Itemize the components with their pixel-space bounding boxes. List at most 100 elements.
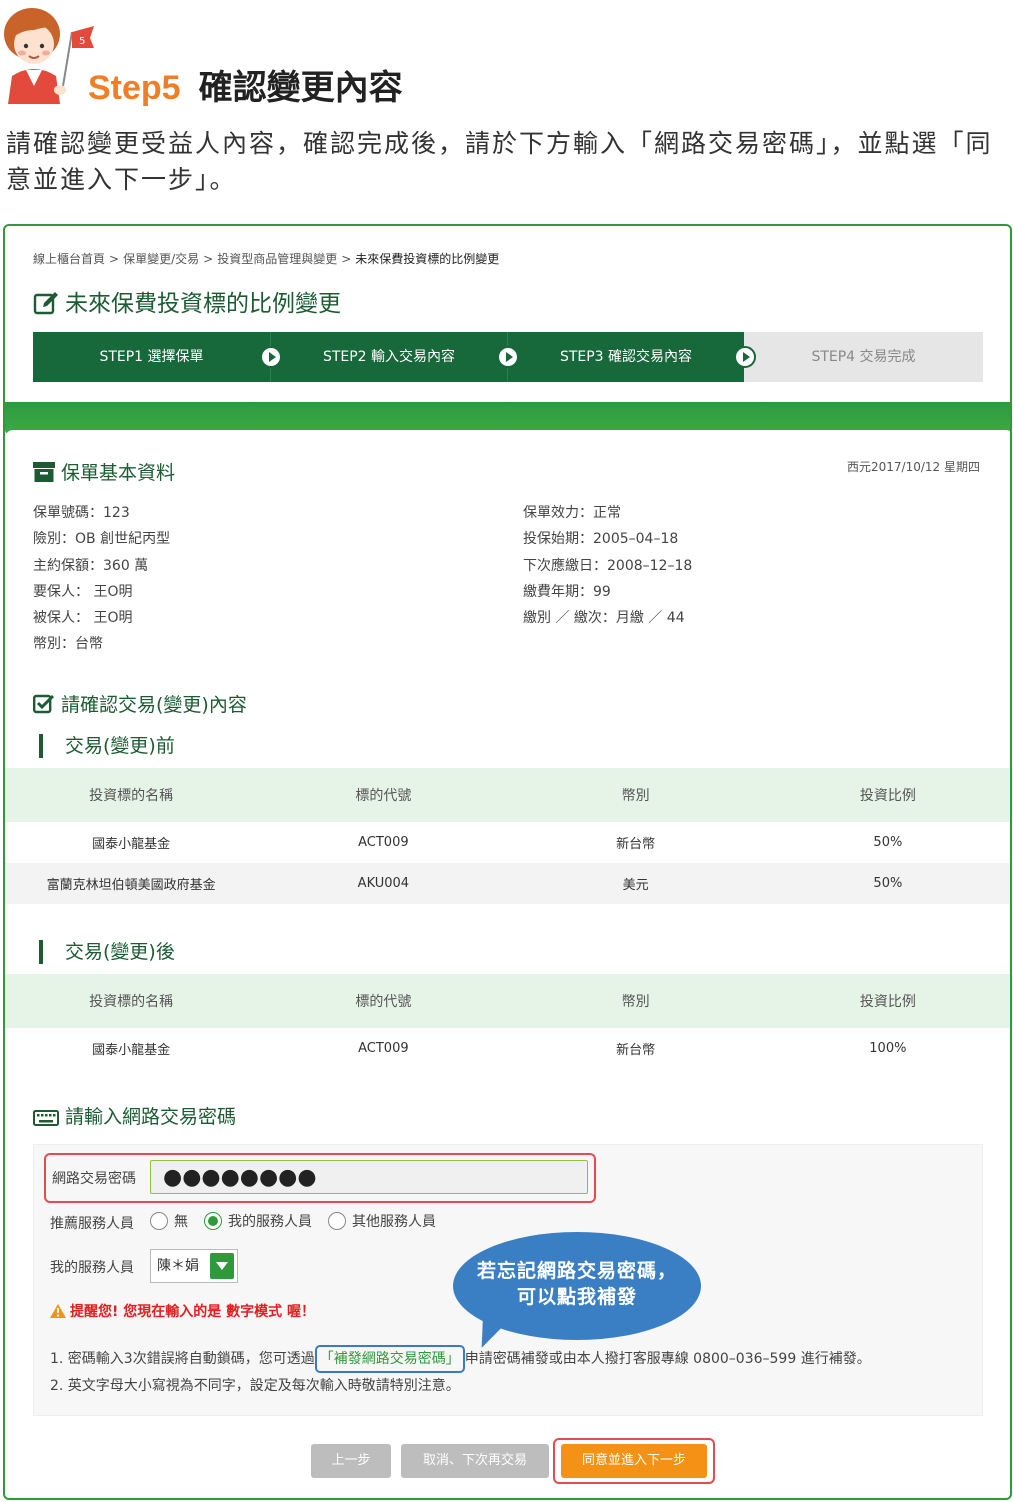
radio-button[interactable] [328,1212,346,1230]
step-header: 5 Step5 確認變更內容 [0,0,1013,118]
note-2: 2. 英文字母大小寫視為不同字，設定及每次輸入時敬請特別注意。 [50,1378,460,1394]
step-3-label: STEP3 確認交易內容 [559,349,693,365]
callout-bubble: 若忘記網路交易密碼， 可以點我補發 [453,1232,701,1340]
policy-number: 保單號碼：123 [33,505,130,521]
fund-currency: 新台幣 [616,1043,656,1058]
step-3: STEP3 確認交易內容 [507,332,756,382]
step-1-label: STEP1 選擇保單 [99,349,204,365]
confirm-section-title-text: 請確認交易(變更)內容 [61,694,247,716]
column-header-fund-code: 標的代號 [257,974,510,1028]
step-title: Step5 確認變更內容 [88,60,403,109]
note-1: 1. 密碼輸入3次錯誤將自動鎖碼，您可透過 「補發網路交易密碼」 申請密碼補發或由本… [50,1345,871,1373]
fund-ratio: 50% [873,835,903,850]
previous-step-button[interactable]: 上一步 [311,1444,391,1478]
step-2-label: STEP2 輸入交易內容 [322,349,456,365]
edit-icon [33,291,59,321]
step-4: STEP4 交易完成 [744,332,983,382]
password-input[interactable]: ●●●●●●●● [150,1160,588,1194]
page-title-text: 未來保費投資標的比例變更 [65,291,341,317]
step-1: STEP1 選擇保單 [33,332,282,382]
referrer-label: 推薦服務人員 [50,1216,134,1232]
column-header-currency: 幣別 [509,768,762,822]
progress-steps: STEP1 選擇保單 STEP2 輸入交易內容 STEP3 確認交易內容 STE… [33,332,983,382]
breadcrumb-item-investment[interactable]: 投資型商品管理與變更 [217,252,337,266]
keyboard-icon [33,1109,59,1131]
checkbox-checked-icon [33,694,55,719]
agent-select-value: 陳＊娟 [157,1258,199,1274]
policy-info-right: 保單效力：正常 投保始期：2005–04–18 下次應繳日：2008–12–18… [523,500,692,631]
intro-text: 請確認變更受益人內容，確認完成後，請於下方輸入「網路交易密碼」，並點選「同意並進… [6,129,993,194]
step-arrow-icon [497,346,519,368]
warning-message: 提醒您! 您現在輸入的是 數字模式 喔！ [50,1301,315,1322]
breadcrumb-separator: > [341,252,352,266]
fund-ratio: 100% [869,1041,907,1056]
breadcrumb-current: 未來保費投資標的比例變更 [355,252,500,266]
column-header-ratio: 投資比例 [761,768,1010,822]
before-change-table: 投資標的名稱 標的代號 幣別 投資比例 國泰小龍基金 ACT009 新台幣 50… [5,768,1010,904]
fund-name: 國泰小龍基金 [92,837,171,852]
policy-status: 保單效力：正常 [523,505,621,521]
agent-select[interactable]: 陳＊娟 [150,1249,238,1283]
section-divider-band [5,402,1010,438]
fund-code: AKU004 [257,863,510,904]
warning-triangle-icon [50,1304,66,1322]
table-row: 富蘭克林坦伯頓美國政府基金 AKU004 美元 50% [5,863,1010,904]
policy-type: 險別：OB 創世紀丙型 [33,531,171,548]
callout-line-1: 若忘記網路交易密碼， [476,1260,677,1282]
column-header-fund-code: 標的代號 [257,768,510,822]
column-header-ratio: 投資比例 [761,974,1010,1028]
mascot-illustration: 5 [4,8,94,104]
chevron-down-icon[interactable] [210,1253,234,1279]
column-header-currency: 幣別 [509,974,762,1028]
radio-other-agent[interactable]: 其他服務人員 [328,1211,436,1231]
note-1-text-after: 申請密碼補發或由本人撥打客服專線 0800–036–599 進行補發。 [464,1351,871,1367]
archive-box-icon [33,462,55,487]
radio-label: 我的服務人員 [228,1214,312,1230]
referrer-radio-group: 無 我的服務人員 其他服務人員 [150,1211,452,1231]
after-change-title: 交易(變更)後 [39,940,175,964]
password-section-title: 請輸入網路交易密碼 [33,1102,236,1131]
radio-label: 其他服務人員 [352,1214,436,1230]
svg-text:5: 5 [79,36,85,47]
policy-currency: 幣別：台幣 [33,636,103,653]
radio-button-selected[interactable] [204,1212,222,1230]
step-arrow-icon [734,346,756,368]
warning-text: 提醒您! 您現在輸入的是 數字模式 喔！ [70,1304,316,1320]
before-change-title: 交易(變更)前 [39,734,175,758]
policy-section-title-text: 保單基本資料 [61,462,176,484]
fund-name: 富蘭克林坦伯頓美國政府基金 [5,863,258,904]
fund-code: ACT009 [358,1041,409,1056]
fund-name: 國泰小龍基金 [92,1043,171,1058]
radio-button[interactable] [150,1212,168,1230]
radio-none[interactable]: 無 [150,1211,188,1231]
password-section-title-text: 請輸入網路交易密碼 [65,1106,237,1128]
breadcrumb: 線上櫃台首頁 > 保單變更/交易 > 投資型商品管理與變更 > 未來保費投資標的比例變更 [33,250,499,267]
current-date: 西元2017/10/12 星期四 [847,460,980,474]
agree-next-button[interactable]: 同意並進入下一步 [561,1444,707,1478]
step-number: Step5 [88,69,181,107]
policy-start-date: 投保始期：2005–04–18 [523,531,679,548]
policy-section-title: 保單基本資料 [33,458,175,487]
column-header-fund-name: 投資標的名稱 [5,768,258,822]
agent-label: 我的服務人員 [50,1260,134,1276]
action-buttons: 上一步 取消、下次再交易 同意並進入下一步 [5,1434,1010,1494]
policy-amount: 主約保額：360 萬 [33,557,149,574]
policy-next-due: 下次應繳日：2008–12–18 [523,557,693,574]
policy-applicant: 要保人： 王O明 [33,583,133,600]
main-card: 線上櫃台首頁 > 保單變更/交易 > 投資型商品管理與變更 > 未來保費投資標的比例變更 未… [3,224,1012,1500]
reissue-password-link[interactable]: 「補發網路交易密碼」 [314,1345,465,1373]
fund-currency: 新台幣 [616,837,656,852]
table-row: 國泰小龍基金 ACT009 新台幣 50% [5,822,1010,863]
after-change-table: 投資標的名稱 標的代號 幣別 投資比例 國泰小龍基金 ACT009 新台幣 10… [5,974,1010,1069]
password-notes: 1. 密碼輸入3次錯誤將自動鎖碼，您可透過 「補發網路交易密碼」 申請密碼補發或由本… [50,1345,871,1399]
radio-my-agent[interactable]: 我的服務人員 [204,1211,312,1231]
step-heading: 確認變更內容 [198,68,403,108]
column-header-fund-name: 投資標的名稱 [5,974,258,1028]
fund-ratio: 50% [761,863,1010,904]
fund-code: ACT009 [358,835,409,850]
radio-label: 無 [174,1214,188,1230]
cancel-button[interactable]: 取消、下次再交易 [401,1444,549,1478]
breadcrumb-item-policy-change[interactable]: 保單變更/交易 [123,252,199,266]
breadcrumb-item-home[interactable]: 線上櫃台首頁 [33,252,105,266]
breadcrumb-separator: > [203,252,214,266]
